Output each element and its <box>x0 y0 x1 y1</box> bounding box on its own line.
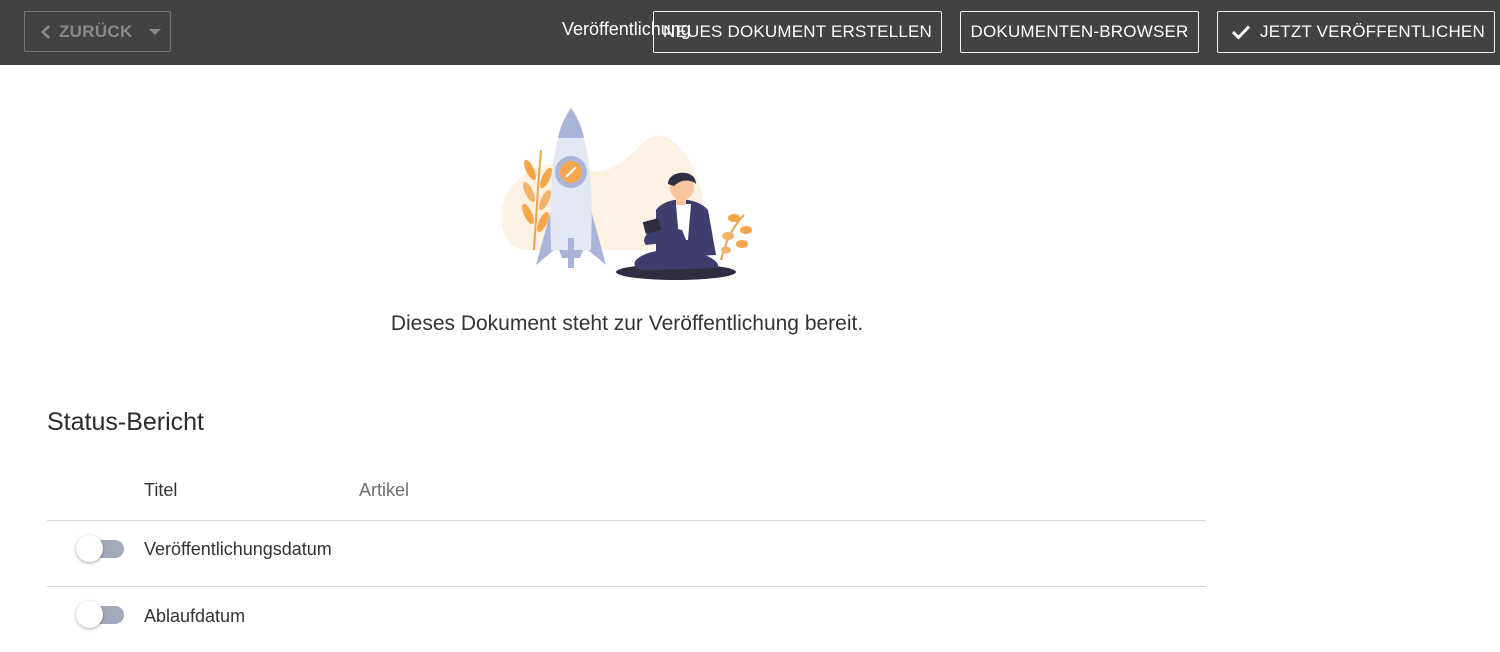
plant-right-icon <box>720 214 752 261</box>
caret-down-icon[interactable] <box>148 28 161 35</box>
toggle-knob <box>76 601 103 628</box>
document-browser-button[interactable]: DOKUMENTEN-BROWSER <box>960 11 1199 53</box>
expiry-date-toggle[interactable] <box>74 600 126 628</box>
document-browser-label: DOKUMENTEN-BROWSER <box>970 22 1189 41</box>
checkmark-icon <box>1231 25 1251 40</box>
publish-now-button[interactable]: JETZT VERÖFFENTLICHEN <box>1217 11 1495 53</box>
new-document-label: NEUES DOKUMENT ERSTELLEN <box>663 22 932 41</box>
top-toolbar: ZURÜCK Veröffentlichung NEUES DOKUMENT E… <box>0 0 1500 65</box>
ready-to-publish-message: Dieses Dokument steht zur Veröffentlichu… <box>390 312 864 335</box>
row-divider <box>47 520 1206 521</box>
publication-date-toggle[interactable] <box>74 534 126 562</box>
expiry-date-label: Ablaufdatum <box>144 606 246 626</box>
status-report-title: Status-Bericht <box>47 408 205 436</box>
row-divider <box>47 586 1206 587</box>
toggle-knob <box>76 535 103 562</box>
back-button[interactable]: ZURÜCK <box>24 11 171 52</box>
publication-date-label: Veröffentlichungsdatum <box>144 539 332 559</box>
chevron-left-icon <box>41 24 50 39</box>
new-document-button[interactable]: NEUES DOKUMENT ERSTELLEN <box>653 11 942 53</box>
publish-now-label: JETZT VERÖFFENTLICHEN <box>1260 22 1485 41</box>
back-button-label: ZURÜCK <box>59 21 133 41</box>
rocket-launch-illustration <box>501 108 752 280</box>
title-row-label: Titel <box>144 480 178 500</box>
title-row-value: Artikel <box>359 480 410 500</box>
